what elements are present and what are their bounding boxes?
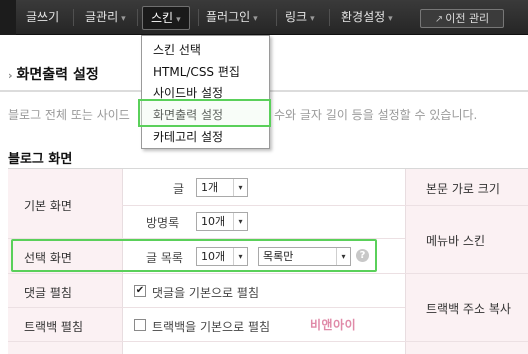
nav-separator [137, 9, 138, 26]
page-title-text: 화면출력 설정 [16, 67, 99, 83]
trackback-expand-checkbox[interactable] [134, 319, 146, 331]
comment-expand-checkbox[interactable]: ✔ [134, 285, 146, 297]
comment-expand-checkbox-label: 댓글을 기본으로 펼침 [152, 286, 259, 300]
trackback-copy-label: 트랙백 주소 복사 [426, 302, 511, 316]
nav-skin[interactable]: 스킨 ▾ [142, 6, 190, 30]
selected-menu-highlight [138, 99, 271, 127]
chevron-down-icon: ▾ [253, 14, 258, 24]
posts-count-select[interactable]: 1개 ▾ [196, 178, 248, 197]
comment-expand-label: 댓글 펼침 [24, 286, 72, 300]
nav-link[interactable]: 링크 ▾ [285, 0, 315, 35]
nav-settings-label: 환경설정 [341, 10, 386, 24]
external-link-icon: ↗ [434, 14, 444, 25]
menu-item-html-css-edit[interactable]: HTML/CSS 편집 [153, 63, 240, 80]
check-icon: ✔ [135, 285, 145, 296]
top-navigation-bar: 글쓰기 글관리 ▾ 스킨 ▾ 플러그인 ▾ 링크 ▾ 환경설정 ▾ ↗ 이전 관리 [0, 0, 528, 35]
body-width-label: 본문 가로 크기 [426, 182, 500, 196]
chevron-down-icon: ▾ [310, 14, 315, 24]
guestbook-count-select[interactable]: 10개 ▾ [196, 212, 248, 231]
nav-separator [198, 9, 199, 26]
page-description-left: 블로그 전체 또는 사이드 [8, 108, 130, 122]
posts-count-value: 1개 [201, 181, 219, 194]
watermark-text: 비앤아이 [310, 318, 357, 332]
nav-settings[interactable]: 환경설정 ▾ [341, 0, 393, 35]
page-description-right: 수와 글자 길이 등을 설정할 수 있습니다. [274, 108, 478, 122]
trackback-expand-label: 트랙백 펼침 [24, 320, 84, 334]
nav-link-label: 링크 [285, 10, 308, 24]
nav-write-label: 글쓰기 [26, 10, 60, 24]
nav-separator [276, 9, 277, 26]
grid-divider [405, 169, 406, 354]
caret-down-icon: ▾ [233, 213, 247, 230]
menu-item-skin-select[interactable]: 스킨 선택 [153, 41, 201, 58]
previous-admin-button[interactable]: ↗ 이전 관리 [420, 9, 504, 28]
page-title: › 화면출력 설정 [8, 64, 99, 84]
bullet-arrow-icon: › [8, 69, 13, 82]
nav-plugin-label: 플러그인 [206, 10, 251, 24]
menubar-skin-label: 메뉴바 스킨 [426, 234, 486, 248]
grid-row-line [405, 205, 528, 206]
nav-separator [329, 9, 330, 26]
nav-separator [73, 9, 74, 26]
default-screen-label: 기본 화면 [24, 199, 72, 213]
skin-dropdown-menu: 스킨 선택 HTML/CSS 편집 사이드바 설정 화면출력 설정 카테고리 설… [141, 35, 270, 149]
nav-post-manage[interactable]: 글관리 ▾ [85, 0, 126, 35]
guestbook-count-label: 방명록 [146, 216, 180, 230]
guestbook-count-value: 10개 [201, 215, 226, 228]
previous-admin-label: 이전 관리 [445, 12, 490, 25]
section-title: 블로그 화면 [8, 152, 73, 167]
grid-row-line [8, 341, 528, 342]
grid-row-line [8, 307, 405, 308]
nav-skin-label: 스킨 [151, 11, 174, 25]
selected-screen-highlight [11, 239, 377, 272]
nav-post-manage-label: 글관리 [85, 10, 119, 24]
grid-row-line [122, 205, 405, 206]
grid-row-line [8, 273, 528, 274]
posts-count-label: 글 [173, 182, 185, 196]
caret-down-icon: ▾ [233, 179, 247, 196]
chevron-down-icon: ▾ [388, 14, 393, 24]
nav-plugin[interactable]: 플러그인 ▾ [206, 0, 258, 35]
nav-left-cap [0, 0, 16, 35]
nav-write[interactable]: 글쓰기 [26, 0, 59, 35]
menu-item-category-settings[interactable]: 카테고리 설정 [153, 128, 223, 145]
chevron-down-icon: ▾ [176, 15, 181, 25]
chevron-down-icon: ▾ [121, 14, 126, 24]
trackback-expand-checkbox-label: 트랙백을 기본으로 펼침 [152, 320, 271, 334]
